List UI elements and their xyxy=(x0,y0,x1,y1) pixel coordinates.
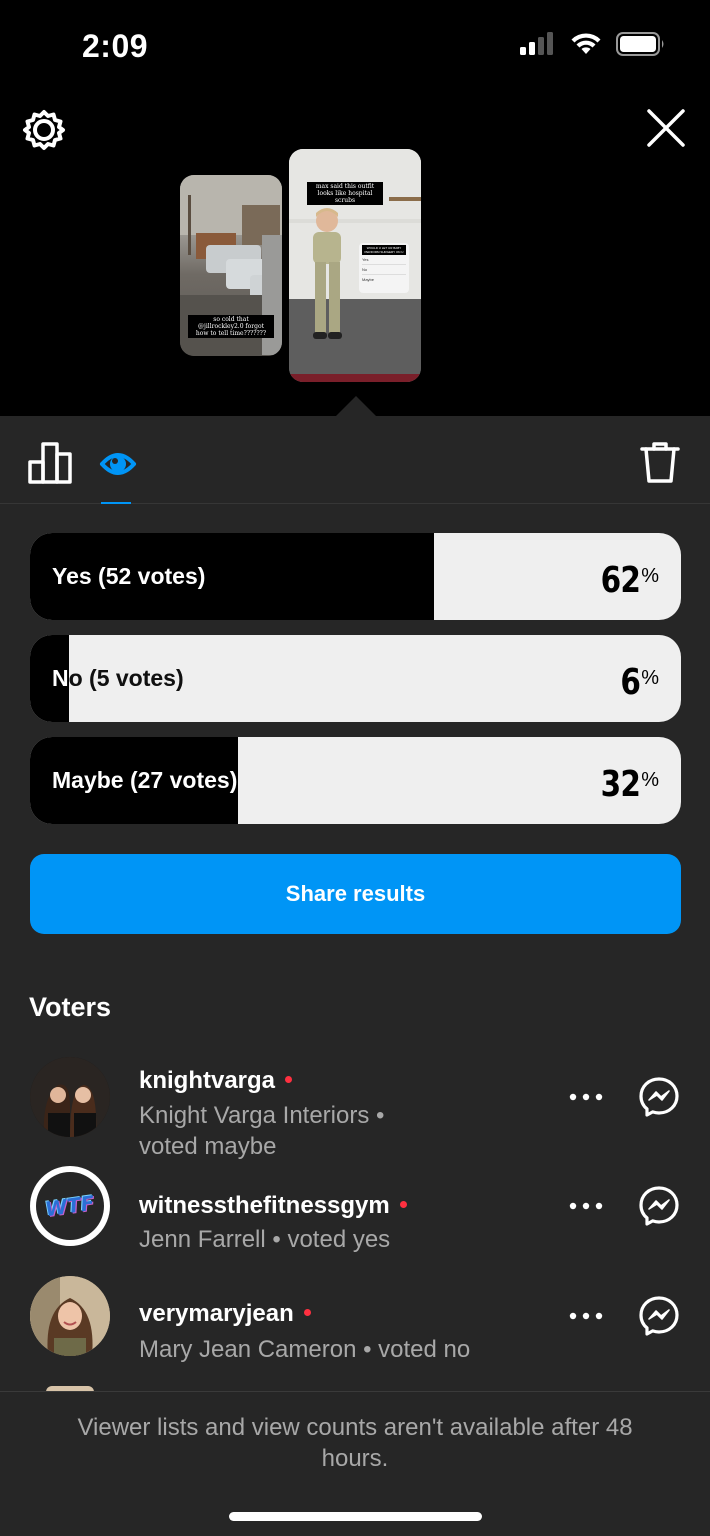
close-icon[interactable] xyxy=(646,108,686,148)
voters-heading: Voters xyxy=(29,992,112,1022)
selected-story-pointer xyxy=(336,396,376,416)
more-options-icon[interactable] xyxy=(568,1311,604,1321)
voter-username[interactable]: verymaryjean xyxy=(139,1300,311,1328)
poll-label-yes: Yes (52 votes) xyxy=(52,563,206,589)
story-thumbnail-current[interactable]: max said this outfit looks like hospital… xyxy=(289,149,421,382)
avatar[interactable] xyxy=(30,1057,110,1137)
bar-chart-icon[interactable] xyxy=(28,440,74,484)
avatar-photo xyxy=(30,1276,110,1356)
story-caption-left: so cold that @jillrockley2.0 forgot how … xyxy=(188,315,274,338)
footer-notice: Viewer lists and view counts aren't avai… xyxy=(0,1391,710,1536)
voter-vote: voted maybe xyxy=(139,1133,277,1160)
insights-tabs xyxy=(0,416,710,504)
unread-dot xyxy=(285,1076,293,1083)
poll-percent-value: 62 xyxy=(600,560,641,601)
story-poll-option: Yes xyxy=(362,255,406,265)
viewers-eye-icon[interactable] xyxy=(98,444,138,484)
poll-percent-no: 6% xyxy=(616,635,659,722)
avatar-logo-text: WTF xyxy=(43,1190,97,1222)
percent-symbol: % xyxy=(641,769,659,791)
active-tab-indicator xyxy=(101,502,131,504)
username-text[interactable]: verymaryjean xyxy=(139,1300,294,1327)
poll-result-maybe: Maybe (27 votes) 32% xyxy=(30,737,681,824)
status-bar: 2:09 xyxy=(0,0,710,96)
story-poll-title: WOULD U LET UR BABY PERFORM SURGERY ON U xyxy=(362,245,406,255)
voter-subtitle: Knight Varga Interiors • xyxy=(139,1102,385,1129)
trash-icon[interactable] xyxy=(640,440,680,484)
avatar[interactable]: WTF xyxy=(30,1166,110,1246)
poll-percent-yes: 62% xyxy=(592,533,659,620)
insights-panel: Yes (52 votes) 62% No (5 votes) 6% Maybe… xyxy=(0,416,710,1536)
messenger-icon[interactable] xyxy=(638,1076,680,1118)
poll-label-maybe: Maybe (27 votes) xyxy=(52,767,238,793)
avatar-photo xyxy=(30,1057,110,1137)
voter-username[interactable]: knightvarga xyxy=(139,1067,293,1095)
percent-symbol: % xyxy=(641,565,659,587)
footer-text: Viewer lists and view counts aren't avai… xyxy=(77,1414,633,1472)
voter-username[interactable]: witnessthefitnessgym xyxy=(139,1192,407,1220)
story-poll-option: No xyxy=(362,265,406,275)
poll-result-yes: Yes (52 votes) 62% xyxy=(30,533,681,620)
voter-row[interactable]: knightvarga Knight Varga Interiors • vot… xyxy=(0,1054,710,1160)
more-options-icon[interactable] xyxy=(568,1201,604,1211)
story-poll-sticker: WOULD U LET UR BABY PERFORM SURGERY ON U… xyxy=(359,243,409,293)
unread-dot xyxy=(303,1309,311,1316)
more-options-icon[interactable] xyxy=(568,1092,604,1102)
story-thumbnail-previous[interactable]: so cold that @jillrockley2.0 forgot how … xyxy=(180,175,282,356)
messenger-icon[interactable] xyxy=(638,1185,680,1227)
username-text[interactable]: witnessthefitnessgym xyxy=(139,1192,390,1219)
story-poll-option: Maybe xyxy=(362,277,375,282)
story-caption-right: max said this outfit looks like hospital… xyxy=(307,182,383,205)
battery-icon xyxy=(616,32,664,56)
unread-dot xyxy=(399,1201,407,1208)
messenger-icon[interactable] xyxy=(638,1295,680,1337)
voter-row[interactable]: verymaryjean Mary Jean Cameron • voted n… xyxy=(0,1274,710,1374)
poll-label-no: No (5 votes) xyxy=(52,665,184,691)
settings-gear-icon[interactable] xyxy=(22,108,66,152)
status-icons xyxy=(520,32,666,56)
poll-result-no: No (5 votes) 6% xyxy=(30,635,681,722)
avatar-inner: WTF xyxy=(36,1172,104,1240)
percent-symbol: % xyxy=(641,667,659,689)
story-preview-area: so cold that @jillrockley2.0 forgot how … xyxy=(0,96,710,416)
poll-percent-value: 6 xyxy=(620,662,641,703)
voter-subtitle: Jenn Farrell • voted yes xyxy=(139,1226,391,1253)
avatar[interactable] xyxy=(30,1276,110,1356)
share-results-button[interactable]: Share results xyxy=(30,854,681,934)
poll-percent-value: 32 xyxy=(600,764,641,805)
home-indicator[interactable] xyxy=(229,1512,482,1521)
voter-row[interactable]: WTF witnessthefitnessgym Jenn Farrell • … xyxy=(0,1164,710,1264)
status-time: 2:09 xyxy=(82,28,149,64)
voter-subtitle: Mary Jean Cameron • voted no xyxy=(139,1336,471,1363)
cellular-signal-icon xyxy=(520,32,553,55)
username-text[interactable]: knightvarga xyxy=(139,1067,275,1094)
poll-percent-maybe: 32% xyxy=(592,737,659,824)
wifi-icon xyxy=(571,33,601,54)
